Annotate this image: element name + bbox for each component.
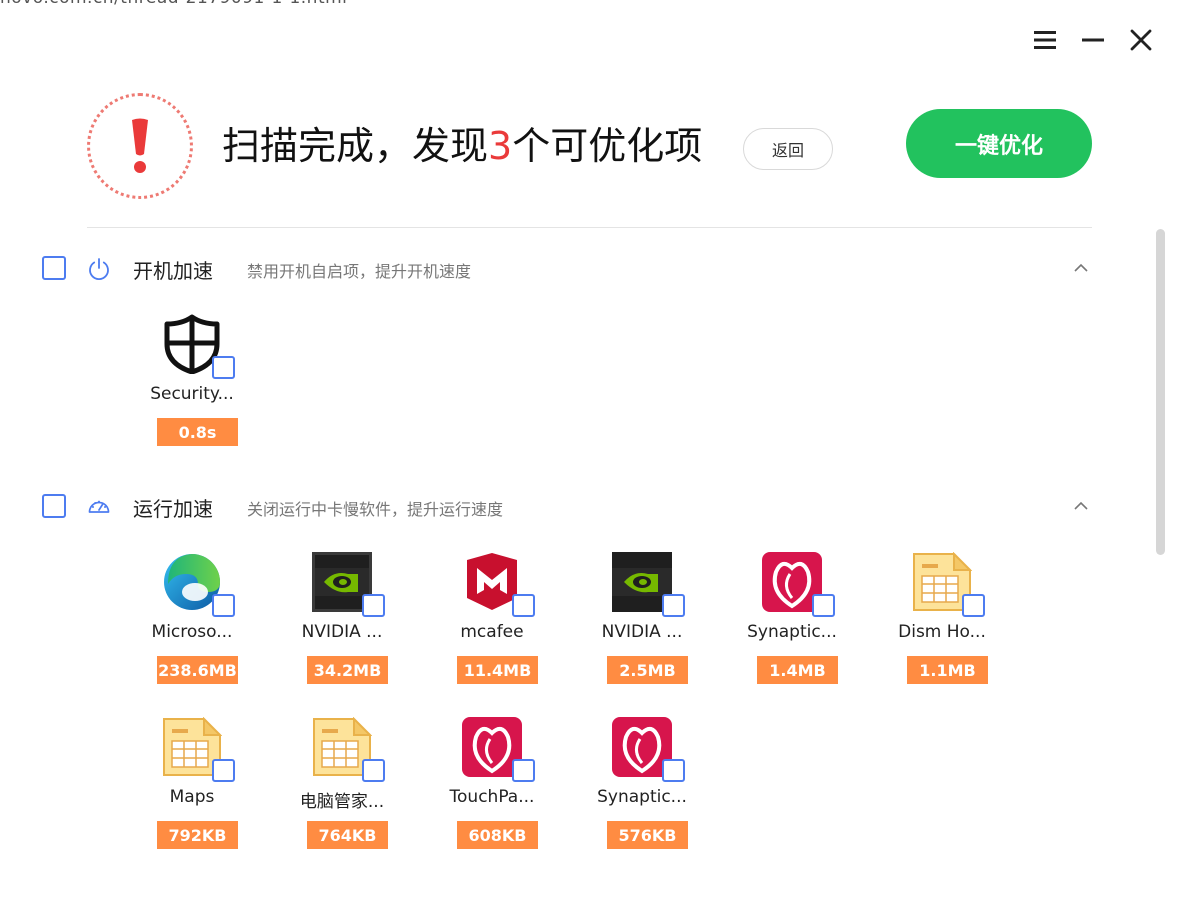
app-checkbox[interactable] — [362, 759, 385, 782]
one-click-optimize-button[interactable]: 一键优化 — [906, 109, 1092, 178]
section-boot-speedup: 开机加速 禁用开机自启项，提升开机速度 — [42, 256, 1092, 283]
section-description: 关闭运行中卡慢软件，提升运行速度 — [247, 500, 504, 519]
close-icon[interactable] — [1128, 27, 1154, 53]
app-checkbox[interactable] — [962, 594, 985, 617]
app-name: Security... — [150, 384, 234, 404]
warning-ring — [87, 93, 193, 199]
app-item[interactable]: Security... 0.8s — [117, 314, 267, 464]
app-size-badge: 1.4MB — [757, 656, 838, 684]
app-name: NVIDIA ... — [301, 622, 383, 642]
app-checkbox[interactable] — [512, 759, 535, 782]
app-item[interactable]: TouchPa... 608KB — [417, 717, 567, 867]
app-item[interactable]: NVIDIA ... 2.5MB — [567, 552, 717, 702]
app-name: Dism Ho... — [898, 622, 986, 642]
app-item[interactable]: 电脑管家... 764KB — [267, 717, 417, 867]
app-name: TouchPa... — [449, 787, 535, 807]
app-size-badge: 11.4MB — [457, 656, 538, 684]
app-checkbox[interactable] — [662, 594, 685, 617]
url-text: novo.com.cn/thread-2179091-1-1.html — [0, 0, 347, 8]
app-item[interactable]: Dism Ho... 1.1MB — [867, 552, 1017, 702]
app-name: 电脑管家... — [299, 792, 385, 812]
chevron-up-icon[interactable] — [1072, 259, 1090, 277]
app-name: NVIDIA ... — [601, 622, 683, 642]
app-checkbox[interactable] — [212, 356, 235, 379]
app-name: mcafee — [460, 622, 524, 642]
app-item[interactable]: Synaptic... 1.4MB — [717, 552, 867, 702]
header-divider — [87, 227, 1092, 228]
app-checkbox[interactable] — [212, 594, 235, 617]
app-size-badge: 2.5MB — [607, 656, 688, 684]
app-size-badge: 608KB — [457, 821, 538, 849]
app-name: Microso... — [151, 622, 233, 642]
app-item[interactable]: NVIDIA ... 34.2MB — [267, 552, 417, 702]
back-button[interactable]: 返回 — [743, 128, 833, 170]
app-checkbox[interactable] — [812, 594, 835, 617]
app-size-badge: 0.8s — [157, 418, 238, 446]
section-runtime-speedup: 运行加速 关闭运行中卡慢软件，提升运行速度 — [42, 494, 1092, 521]
chevron-up-icon[interactable] — [1072, 497, 1090, 515]
scan-result-title: 扫描完成，发现3个可优化项 — [222, 124, 703, 168]
app-size-badge: 764KB — [307, 821, 388, 849]
section-checkbox[interactable] — [42, 494, 66, 518]
app-checkbox[interactable] — [362, 594, 385, 617]
app-name: Maps — [169, 787, 215, 807]
scan-result-header: 扫描完成，发现3个可优化项 返回 一键优化 — [87, 93, 1092, 199]
minimize-icon[interactable] — [1080, 27, 1106, 53]
scrollbar-thumb[interactable] — [1156, 229, 1165, 555]
app-checkbox[interactable] — [512, 594, 535, 617]
app-item[interactable]: Maps 792KB — [117, 717, 267, 867]
browser-url-strip: novo.com.cn/thread-2179091-1-1.html — [0, 0, 1182, 8]
app-item[interactable]: Synaptic... 576KB — [567, 717, 717, 867]
app-item[interactable]: mcafee 11.4MB — [417, 552, 567, 702]
app-name: Synaptic... — [597, 787, 687, 807]
section-title: 开机加速 — [133, 259, 213, 283]
app-size-badge: 1.1MB — [907, 656, 988, 684]
app-name: Synaptic... — [747, 622, 837, 642]
section-checkbox[interactable] — [42, 256, 66, 280]
section-description: 禁用开机自启项，提升开机速度 — [247, 262, 472, 281]
app-size-badge: 792KB — [157, 821, 238, 849]
app-checkbox[interactable] — [662, 759, 685, 782]
power-icon — [89, 258, 109, 280]
app-size-badge: 576KB — [607, 821, 688, 849]
issue-count: 3 — [488, 124, 513, 168]
window-controls — [1032, 27, 1154, 53]
app-item[interactable]: Microso... 238.6MB — [117, 552, 267, 702]
exclamation-icon — [132, 118, 148, 173]
hamburger-menu-icon[interactable] — [1032, 27, 1058, 53]
section-title: 运行加速 — [133, 497, 213, 521]
app-checkbox[interactable] — [212, 759, 235, 782]
app-size-badge: 238.6MB — [157, 656, 238, 684]
speedometer-icon — [88, 500, 110, 513]
app-size-badge: 34.2MB — [307, 656, 388, 684]
